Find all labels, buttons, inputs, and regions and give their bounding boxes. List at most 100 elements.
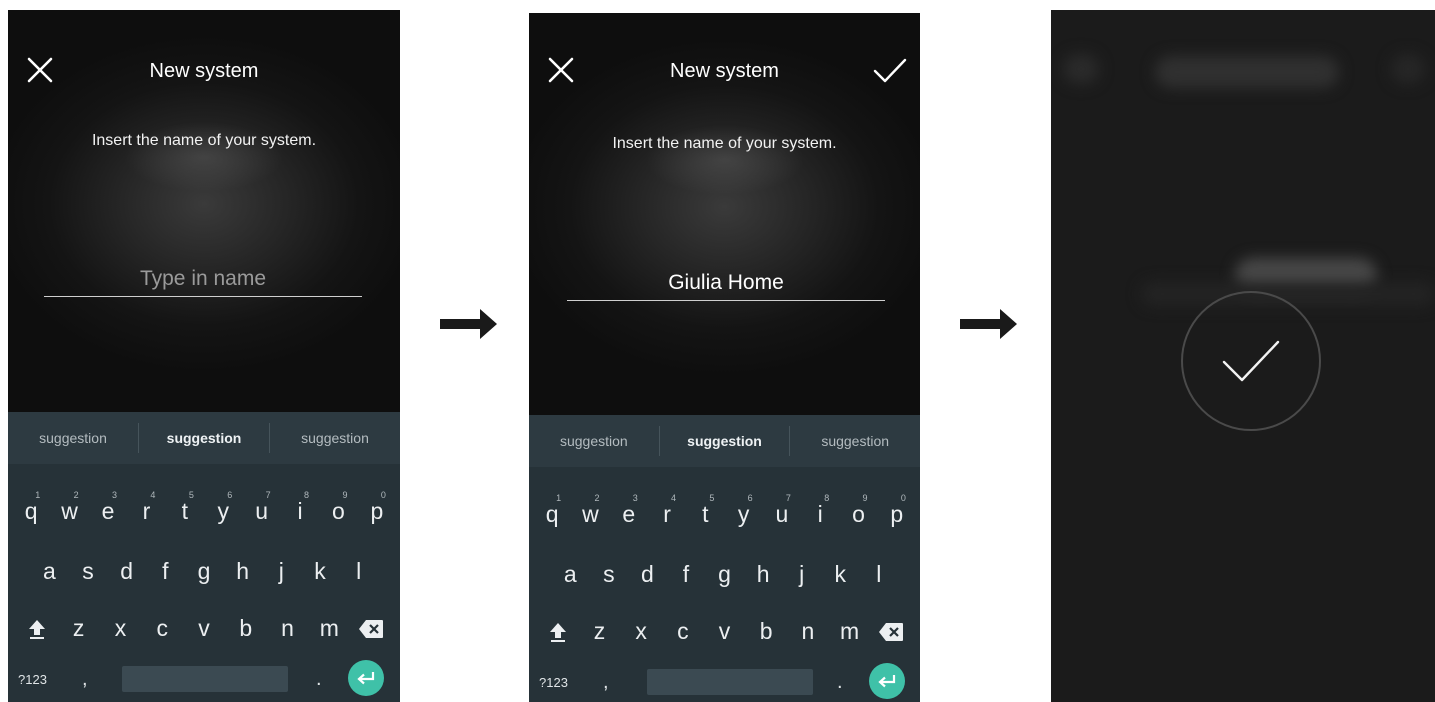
blurred-title-placeholder [1155, 56, 1339, 88]
space-key[interactable] [647, 669, 813, 695]
key-r[interactable]: r4 [648, 493, 686, 528]
backspace-icon [879, 623, 904, 641]
suggestion-left[interactable]: suggestion [8, 430, 138, 446]
shift-key[interactable] [16, 615, 58, 643]
comma-key[interactable]: , [82, 668, 88, 691]
key-w[interactable]: w2 [571, 493, 609, 528]
key-n[interactable]: n [267, 615, 309, 643]
key-p[interactable]: p0 [878, 493, 916, 528]
key-f[interactable]: f [667, 561, 706, 588]
key-y[interactable]: y6 [204, 490, 242, 525]
key-l[interactable]: l [339, 558, 378, 585]
backspace-icon [359, 620, 384, 638]
key-g[interactable]: g [705, 561, 744, 588]
key-j[interactable]: j [262, 558, 301, 585]
period-key[interactable]: . [316, 668, 322, 691]
keyboard: suggestion suggestion suggestion q1 w2 e… [529, 415, 920, 702]
suggestion-right[interactable]: suggestion [790, 433, 920, 449]
key-v[interactable]: v [183, 615, 225, 643]
backspace-key[interactable] [350, 615, 392, 643]
key-d[interactable]: d [628, 561, 667, 588]
key-l[interactable]: l [860, 561, 899, 588]
success-indicator [1181, 291, 1321, 431]
key-p[interactable]: p0 [358, 490, 396, 525]
key-hint: 5 [188, 490, 194, 500]
period-key[interactable]: . [837, 671, 843, 694]
key-x[interactable]: x [620, 618, 662, 646]
key-z[interactable]: z [579, 618, 621, 646]
suggestion-center[interactable]: suggestion [139, 430, 269, 446]
key-h[interactable]: h [744, 561, 783, 588]
key-hint: 6 [227, 490, 233, 500]
key-label: i [817, 501, 823, 527]
key-a[interactable]: a [30, 558, 69, 585]
key-label: e [101, 498, 115, 524]
key-hint: 3 [632, 493, 638, 503]
arrow-right-icon [440, 309, 497, 339]
shift-icon [28, 620, 45, 639]
keyboard-row-3: z x c v b n m [8, 615, 400, 643]
key-k[interactable]: k [821, 561, 860, 588]
key-w[interactable]: w2 [50, 490, 88, 525]
enter-key[interactable] [869, 663, 905, 699]
key-t[interactable]: t5 [686, 493, 724, 528]
key-e[interactable]: e3 [89, 490, 127, 525]
key-u[interactable]: u7 [763, 493, 801, 528]
symbols-key[interactable]: ?123 [539, 675, 568, 690]
suggestion-center[interactable]: suggestion [660, 433, 790, 449]
suggestion-right[interactable]: suggestion [270, 430, 400, 446]
key-j[interactable]: j [782, 561, 821, 588]
key-c[interactable]: c [141, 615, 183, 643]
key-x[interactable]: x [100, 615, 142, 643]
key-s[interactable]: s [69, 558, 108, 585]
key-f[interactable]: f [146, 558, 185, 585]
key-v[interactable]: v [704, 618, 746, 646]
key-label: t [702, 501, 709, 527]
system-name-input[interactable] [567, 265, 885, 301]
key-s[interactable]: s [590, 561, 629, 588]
suggestion-left[interactable]: suggestion [529, 433, 659, 449]
top-bar: New system [8, 10, 400, 130]
key-i[interactable]: i8 [801, 493, 839, 528]
key-o[interactable]: o9 [319, 490, 357, 525]
key-q[interactable]: q1 [12, 490, 50, 525]
backspace-key[interactable] [870, 618, 912, 646]
key-r[interactable]: r4 [127, 490, 165, 525]
key-d[interactable]: d [107, 558, 146, 585]
key-m[interactable]: m [308, 615, 350, 643]
key-hint: 9 [862, 493, 868, 503]
key-o[interactable]: o9 [839, 493, 877, 528]
shift-icon [549, 623, 566, 642]
key-label: w [582, 501, 599, 527]
key-y[interactable]: y6 [724, 493, 762, 528]
key-hint: 1 [556, 493, 562, 503]
key-u[interactable]: u7 [242, 490, 280, 525]
key-h[interactable]: h [223, 558, 262, 585]
key-label: e [622, 501, 636, 527]
key-hint: 9 [342, 490, 348, 500]
key-q[interactable]: q1 [533, 493, 571, 528]
key-i[interactable]: i8 [281, 490, 319, 525]
key-a[interactable]: a [551, 561, 590, 588]
key-b[interactable]: b [745, 618, 787, 646]
symbols-key[interactable]: ?123 [18, 672, 47, 687]
space-key[interactable] [122, 666, 288, 692]
key-z[interactable]: z [58, 615, 100, 643]
key-label: t [181, 498, 189, 524]
key-label: o [852, 501, 865, 527]
key-label: r [663, 501, 671, 527]
key-n[interactable]: n [787, 618, 829, 646]
system-name-input[interactable] [44, 261, 362, 297]
shift-key[interactable] [537, 618, 579, 646]
confirm-button[interactable] [872, 56, 908, 86]
key-b[interactable]: b [225, 615, 267, 643]
key-m[interactable]: m [829, 618, 871, 646]
enter-key[interactable] [348, 660, 384, 696]
key-label: i [297, 498, 303, 524]
key-k[interactable]: k [301, 558, 340, 585]
key-e[interactable]: e3 [610, 493, 648, 528]
comma-key[interactable]: , [603, 671, 609, 694]
key-c[interactable]: c [662, 618, 704, 646]
key-t[interactable]: t5 [166, 490, 204, 525]
key-g[interactable]: g [185, 558, 224, 585]
